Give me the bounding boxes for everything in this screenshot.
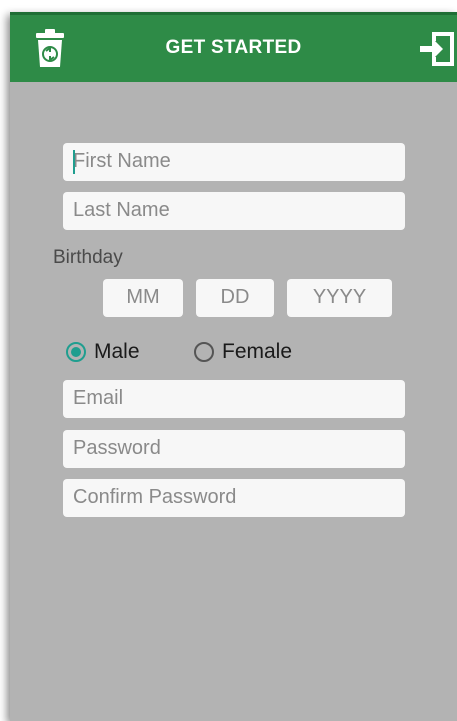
password-field[interactable]: Password [63, 430, 405, 468]
last-name-field[interactable]: Last Name [63, 192, 405, 230]
app-window: GET STARTED First Name Last Name Birthda… [10, 12, 457, 721]
birthday-label: Birthday [53, 247, 123, 268]
birth-year-field[interactable]: YYYY [287, 279, 392, 317]
first-name-field[interactable]: First Name [63, 143, 405, 181]
gender-radio-female[interactable]: Female [194, 339, 292, 365]
birth-month-field[interactable]: MM [103, 279, 183, 317]
email-field[interactable]: Email [63, 380, 405, 418]
app-bar: GET STARTED [10, 12, 457, 82]
sign-in-icon[interactable] [418, 27, 457, 71]
gender-option-label: Male [94, 340, 140, 363]
gender-option-label: Female [222, 340, 293, 363]
page-title: GET STARTED [165, 37, 302, 58]
gender-radio-male[interactable]: Male [66, 339, 140, 365]
birth-day-field[interactable]: DD [196, 279, 274, 317]
radio-unchecked-icon [194, 342, 214, 362]
confirm-password-field[interactable]: Confirm Password [63, 479, 405, 517]
radio-checked-icon [66, 342, 86, 362]
